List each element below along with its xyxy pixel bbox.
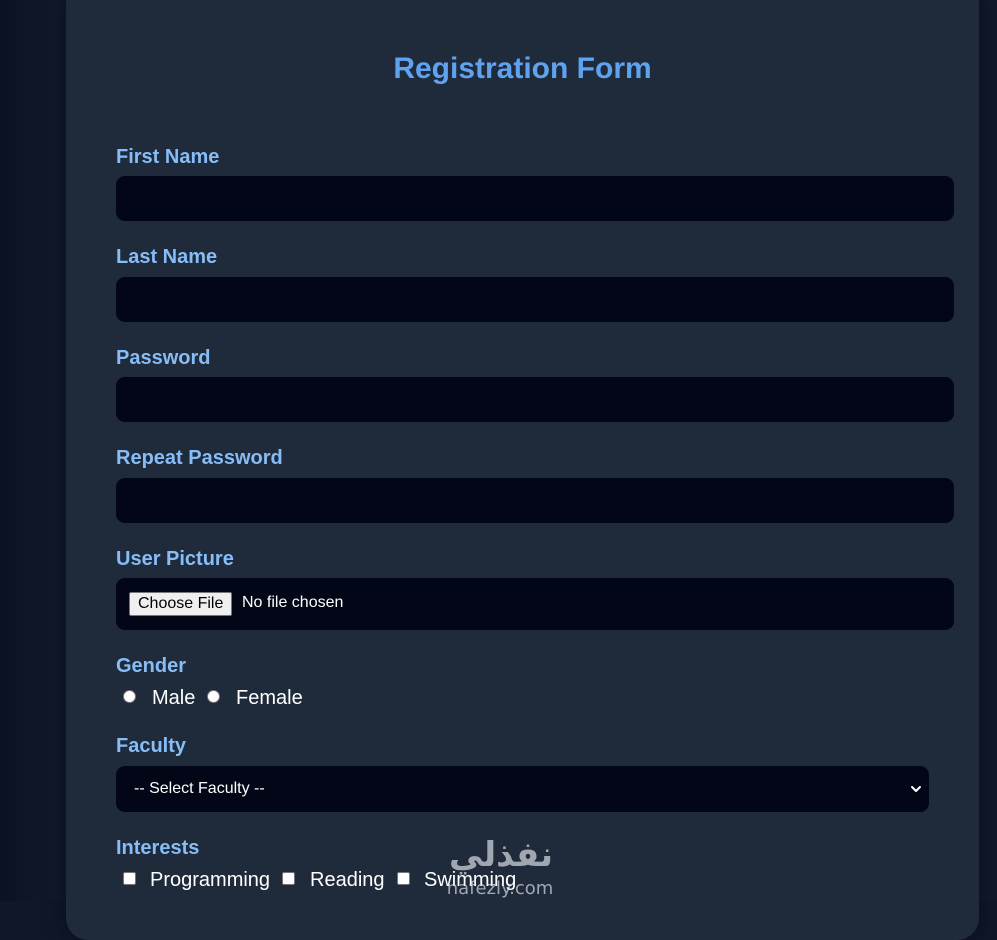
user-picture-file-input[interactable]: Choose File No file chosen bbox=[116, 578, 954, 630]
interest-swimming-label: Swimming bbox=[424, 869, 517, 891]
first-name-input[interactable] bbox=[116, 176, 954, 221]
chevron-down-icon bbox=[911, 786, 921, 792]
choose-file-button[interactable]: Choose File bbox=[129, 592, 233, 616]
gender-female-radio[interactable] bbox=[207, 690, 220, 703]
interest-swimming-checkbox[interactable] bbox=[397, 872, 410, 885]
interest-reading-label: Reading bbox=[310, 869, 385, 891]
form-title: Registration Form bbox=[393, 52, 652, 85]
user-picture-label: User Picture bbox=[116, 548, 234, 570]
gender-male-label: Male bbox=[152, 687, 196, 709]
password-label: Password bbox=[116, 347, 211, 369]
repeat-password-input[interactable] bbox=[116, 478, 954, 523]
last-name-input[interactable] bbox=[116, 277, 954, 322]
last-name-label: Last Name bbox=[116, 246, 218, 268]
gender-female-label: Female bbox=[236, 687, 303, 709]
interest-programming-label: Programming bbox=[150, 869, 271, 891]
faculty-label: Faculty bbox=[116, 735, 187, 757]
faculty-select[interactable]: -- Select Faculty -- bbox=[116, 766, 929, 812]
file-status-text: No file chosen bbox=[242, 594, 344, 611]
interest-reading-checkbox[interactable] bbox=[282, 872, 295, 885]
interests-label: Interests bbox=[116, 837, 200, 859]
password-input[interactable] bbox=[116, 377, 954, 422]
repeat-password-label: Repeat Password bbox=[116, 447, 283, 469]
interest-programming-checkbox[interactable] bbox=[123, 872, 136, 885]
first-name-label: First Name bbox=[116, 146, 220, 168]
gender-label: Gender bbox=[116, 655, 187, 677]
gender-male-radio[interactable] bbox=[123, 690, 136, 703]
faculty-selected-value: -- Select Faculty -- bbox=[134, 780, 265, 797]
registration-card: Registration Form First Name Last Name P… bbox=[66, 0, 979, 940]
